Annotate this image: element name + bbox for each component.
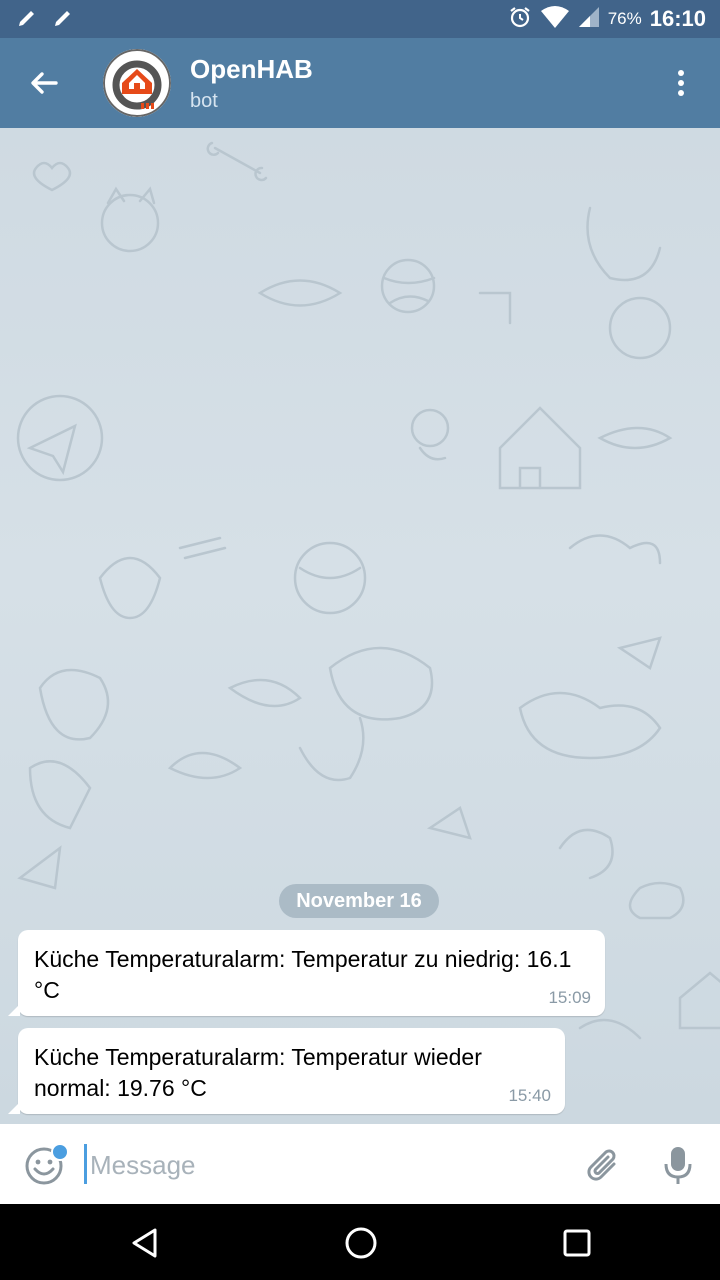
- message-text: Küche Temperaturalarm: Temperatur wieder…: [34, 1044, 482, 1101]
- message-bubble[interactable]: Küche Temperaturalarm: Temperatur wieder…: [8, 1028, 565, 1114]
- status-bar: 76% 16:10: [0, 0, 720, 38]
- bubble-tail: [8, 1004, 20, 1016]
- message-bubble[interactable]: Küche Temperaturalarm: Temperatur zu nie…: [8, 930, 605, 1016]
- nav-recents-icon: [563, 1229, 591, 1257]
- pencil-icon: [52, 7, 74, 34]
- pencil-icon: [16, 7, 38, 34]
- voice-button[interactable]: [660, 1144, 696, 1188]
- message-composer: [0, 1124, 720, 1204]
- battery-percentage: 76%: [607, 9, 642, 28]
- wifi-icon: [540, 5, 570, 34]
- mic-icon: [664, 1147, 692, 1184]
- chat-subtitle: bot: [190, 90, 218, 112]
- arrow-back-icon: [31, 72, 58, 94]
- clock-time: 16:10: [649, 6, 706, 31]
- attach-icon: [587, 1149, 616, 1181]
- message-list[interactable]: November 16 Küche Temperaturalarm: Tempe…: [0, 128, 720, 1124]
- alarm-icon: [508, 5, 532, 34]
- message-time: 15:40: [508, 1086, 551, 1105]
- nav-back-button[interactable]: [128, 1226, 162, 1260]
- more-options-button[interactable]: [664, 66, 698, 100]
- openhab-logo: [103, 49, 171, 117]
- signal-icon: [578, 6, 600, 33]
- nav-home-icon: [345, 1227, 377, 1259]
- more-vert-icon: [678, 70, 684, 96]
- message-input[interactable]: [88, 1144, 562, 1186]
- back-button[interactable]: [22, 61, 66, 105]
- chat-header: OpenHAB bot: [0, 38, 720, 128]
- date-separator: November 16: [279, 884, 439, 918]
- system-nav-bar: [0, 1204, 720, 1280]
- nav-home-button[interactable]: [343, 1225, 379, 1261]
- avatar[interactable]: [103, 49, 171, 117]
- message-time: 15:09: [548, 988, 591, 1007]
- attach-button[interactable]: [584, 1146, 624, 1186]
- bubble-tail: [8, 1102, 20, 1114]
- nav-recents-button[interactable]: [562, 1228, 592, 1258]
- text-cursor: [84, 1144, 87, 1184]
- chat-title[interactable]: OpenHAB: [190, 54, 313, 85]
- message-text: Küche Temperaturalarm: Temperatur zu nie…: [34, 946, 572, 1003]
- notification-dot: [51, 1143, 69, 1161]
- nav-back-icon: [132, 1228, 157, 1258]
